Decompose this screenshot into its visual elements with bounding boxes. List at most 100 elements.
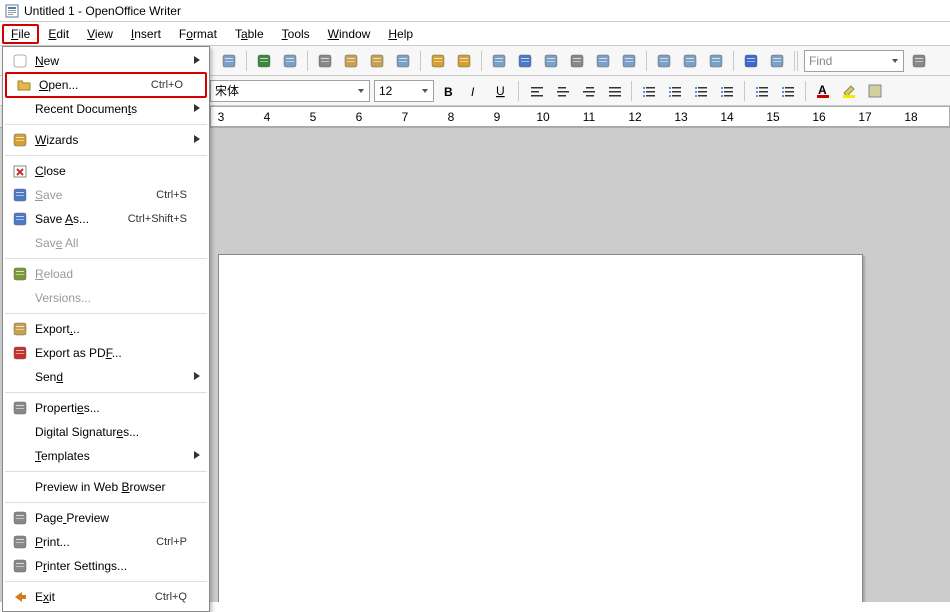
outdent2-icon — [754, 83, 770, 99]
ruler-tick: 14 — [717, 107, 737, 126]
menu-insert[interactable]: Insert — [122, 24, 170, 44]
underline-icon: U — [493, 83, 509, 99]
find-button[interactable] — [566, 50, 588, 72]
menu-item-save-as[interactable]: Save As...Ctrl+Shift+S — [3, 207, 209, 231]
paintfmt-button[interactable] — [392, 50, 414, 72]
list-num-button[interactable] — [638, 80, 660, 102]
help-button[interactable] — [740, 50, 762, 72]
separator — [733, 51, 734, 71]
menu-separator — [5, 471, 207, 472]
menu-item-page-preview[interactable]: Page Preview — [3, 506, 209, 530]
menu-item-label: Wizards — [31, 133, 187, 147]
menu-item-templates[interactable]: Templates — [3, 444, 209, 468]
menu-item-open[interactable]: Open...Ctrl+O — [5, 72, 207, 98]
indent2-button[interactable] — [777, 80, 799, 102]
undo-button[interactable] — [427, 50, 449, 72]
menu-tools[interactable]: Tools — [273, 24, 319, 44]
outdent-button[interactable] — [690, 80, 712, 102]
copy-button[interactable] — [340, 50, 362, 72]
menu-item-label: Save — [31, 188, 156, 202]
gallery-button[interactable] — [618, 50, 640, 72]
background-button[interactable] — [864, 80, 886, 102]
nav-icon — [595, 53, 611, 69]
menu-item-close[interactable]: Close — [3, 159, 209, 183]
align-left-button[interactable] — [525, 80, 547, 102]
ruler-tick: 17 — [855, 107, 875, 126]
menu-item-new[interactable]: New — [3, 49, 209, 73]
menu-item-label: Export as PDF... — [31, 346, 187, 360]
menu-item-wizards[interactable]: Wizards — [3, 128, 209, 152]
help-icon — [743, 53, 759, 69]
menu-item-printer-settings[interactable]: Printer Settings... — [3, 554, 209, 578]
menu-item-send[interactable]: Send — [3, 365, 209, 389]
font-name-combo[interactable]: 宋体 — [210, 80, 370, 102]
font-color-button[interactable]: A — [812, 80, 834, 102]
menu-window[interactable]: Window — [319, 24, 380, 44]
nav-button[interactable] — [592, 50, 614, 72]
zoom-icon — [708, 53, 724, 69]
toolbar-handle-icon[interactable] — [794, 51, 798, 71]
menu-help[interactable]: Help — [379, 24, 422, 44]
font-size-combo[interactable]: 12 — [374, 80, 434, 102]
redo-button[interactable] — [453, 50, 475, 72]
zoom-button[interactable] — [705, 50, 727, 72]
draw-button[interactable] — [540, 50, 562, 72]
indent-button[interactable] — [716, 80, 738, 102]
autospell-button[interactable] — [279, 50, 301, 72]
menu-view[interactable]: View — [78, 24, 122, 44]
underline-button[interactable]: U — [490, 80, 512, 102]
menu-file[interactable]: File — [2, 24, 39, 44]
page[interactable] — [218, 254, 863, 602]
ruler-tick: 12 — [625, 107, 645, 126]
nonprint-button[interactable] — [679, 50, 701, 72]
menu-item-export-as-pdf[interactable]: Export as PDF... — [3, 341, 209, 365]
paste-button[interactable] — [366, 50, 388, 72]
separator — [420, 51, 421, 71]
horizontal-ruler[interactable]: 3456789101112131415161718 — [210, 106, 950, 127]
highlight-button[interactable] — [838, 80, 860, 102]
menu-item-label: Save As... — [31, 212, 128, 226]
menu-separator — [5, 502, 207, 503]
find-combo[interactable]: Find — [804, 50, 904, 72]
ruler-tick: 4 — [257, 107, 277, 126]
menu-item-label: Templates — [31, 449, 187, 463]
redo-icon — [456, 53, 472, 69]
table-icon — [517, 53, 533, 69]
find-icon — [569, 53, 585, 69]
datasource-button[interactable] — [653, 50, 675, 72]
menu-item-export[interactable]: Export... — [3, 317, 209, 341]
preview-button[interactable] — [218, 50, 240, 72]
reload-icon — [9, 266, 31, 282]
menu-item-properties[interactable]: Properties... — [3, 396, 209, 420]
align-right-button[interactable] — [577, 80, 599, 102]
svg-text:I: I — [471, 85, 475, 99]
cut-button[interactable] — [314, 50, 336, 72]
menu-item-exit[interactable]: ExitCtrl+Q — [3, 585, 209, 609]
menu-item-preview-in-web-browser[interactable]: Preview in Web Browser — [3, 475, 209, 499]
menu-item-digital-signatures[interactable]: Digital Signatures... — [3, 420, 209, 444]
printer-icon — [9, 558, 31, 574]
menu-item-label: Open... — [35, 78, 151, 92]
ruler-tick: 18 — [901, 107, 921, 126]
table-button[interactable] — [514, 50, 536, 72]
menu-item-print[interactable]: Print...Ctrl+P — [3, 530, 209, 554]
font-color-icon: A — [815, 83, 831, 99]
align-justify-button[interactable] — [603, 80, 625, 102]
outdent2-button[interactable] — [751, 80, 773, 102]
align-center-button[interactable] — [551, 80, 573, 102]
hyperlink-button[interactable] — [488, 50, 510, 72]
spell-button[interactable] — [253, 50, 275, 72]
menu-item-reload: Reload — [3, 262, 209, 286]
list-bullet-button[interactable] — [664, 80, 686, 102]
whatsthis-button[interactable] — [766, 50, 788, 72]
italic-button[interactable]: I — [464, 80, 486, 102]
menu-edit[interactable]: Edit — [39, 24, 78, 44]
menu-item-recent-documents[interactable]: Recent Documents — [3, 97, 209, 121]
bold-button[interactable]: B — [438, 80, 460, 102]
align-right-icon — [580, 83, 596, 99]
menu-table[interactable]: Table — [226, 24, 273, 44]
find-next-button[interactable] — [908, 50, 930, 72]
menu-format[interactable]: Format — [170, 24, 226, 44]
paste-icon — [369, 53, 385, 69]
align-center-icon — [554, 83, 570, 99]
